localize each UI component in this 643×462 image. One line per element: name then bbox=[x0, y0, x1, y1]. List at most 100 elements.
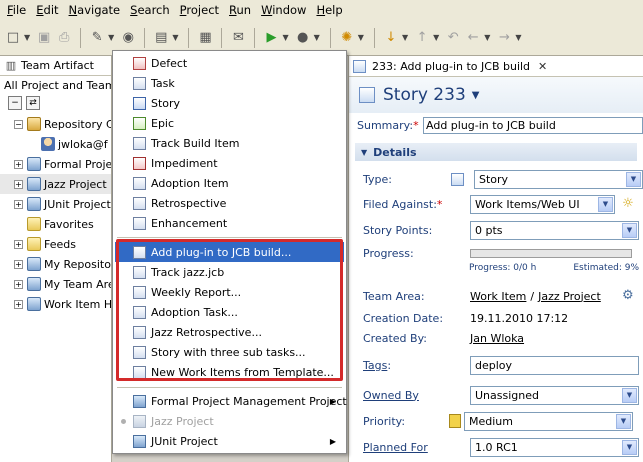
menu-edit[interactable]: Edit bbox=[31, 0, 63, 20]
menu-item-defect[interactable]: Defect bbox=[115, 53, 344, 73]
chevron-down-icon[interactable]: ▼ bbox=[358, 33, 364, 42]
menu-item-adoption-item[interactable]: Adoption Item bbox=[115, 173, 344, 193]
menu-navigate[interactable]: Navigate bbox=[64, 0, 126, 20]
chevron-down-icon[interactable]: ▼ bbox=[361, 148, 367, 157]
tree-item-formal-project[interactable]: + Formal Project bbox=[0, 154, 111, 174]
menu-item-enhancement[interactable]: Enhancement bbox=[115, 213, 344, 233]
expand-icon[interactable]: + bbox=[14, 179, 23, 189]
team-area-link[interactable]: Work Item bbox=[470, 290, 526, 303]
chevron-down-icon[interactable]: ▼ bbox=[24, 33, 30, 42]
chevron-down-icon[interactable]: ▼ bbox=[515, 33, 521, 42]
debug-icon[interactable]: ● bbox=[294, 29, 312, 47]
menu-item-track-build-item[interactable]: Track Build Item bbox=[115, 133, 344, 153]
chevron-down-icon[interactable]: ▼ bbox=[622, 439, 637, 455]
link-editor-icon[interactable]: ⇄ bbox=[26, 96, 40, 110]
tree-item-repository[interactable]: − Repository C bbox=[0, 114, 111, 134]
tree-item-feeds[interactable]: + Feeds bbox=[0, 234, 111, 254]
expand-icon[interactable]: + bbox=[14, 299, 23, 309]
tab-work-item-233[interactable]: 233: Add plug-in to JCB build ✕ bbox=[349, 56, 643, 77]
chevron-down-icon[interactable]: ▼ bbox=[616, 413, 631, 429]
menu-item-epic[interactable]: Epic bbox=[115, 113, 344, 133]
tab-team-artifacts[interactable]: ▥ Team Artifact bbox=[0, 56, 111, 76]
prev-annotation-icon[interactable]: ↑ bbox=[413, 29, 431, 47]
menu-item-template-story-subtasks[interactable]: Story with three sub tasks... bbox=[115, 342, 344, 362]
forward-icon[interactable]: → bbox=[495, 29, 513, 47]
build-icon[interactable]: ▦ bbox=[196, 29, 214, 47]
story-points-select[interactable]: 0 pts ▼ bbox=[470, 220, 639, 240]
menu-run[interactable]: Run bbox=[224, 0, 256, 20]
tree-item-favorites[interactable]: Favorites bbox=[0, 214, 111, 234]
chevron-down-icon[interactable]: ▼ bbox=[472, 90, 480, 101]
menu-item-new-from-template[interactable]: New Work Items from Template... bbox=[115, 362, 344, 382]
chevron-down-icon[interactable]: ▼ bbox=[626, 171, 641, 187]
expand-icon[interactable]: + bbox=[14, 239, 23, 249]
created-by-link[interactable]: Jan Wloka bbox=[470, 332, 524, 345]
view-icon[interactable]: ▤ bbox=[152, 29, 170, 47]
new-icon[interactable]: □ bbox=[4, 29, 22, 47]
expand-icon[interactable]: + bbox=[14, 199, 23, 209]
message-icon[interactable]: ✉ bbox=[229, 29, 247, 47]
save-icon[interactable]: ▣ bbox=[35, 29, 53, 47]
tree-item-my-repository[interactable]: + My Repositor bbox=[0, 254, 111, 274]
chevron-down-icon[interactable]: ▼ bbox=[622, 222, 637, 238]
menu-search[interactable]: Search bbox=[125, 0, 175, 20]
menu-item-formal-project[interactable]: Formal Project Management Project ▶ bbox=[115, 391, 347, 411]
chevron-down-icon[interactable]: ▼ bbox=[598, 196, 613, 212]
run-icon[interactable]: ▶ bbox=[262, 29, 280, 47]
menu-item-template-weekly-report[interactable]: Weekly Report... bbox=[115, 282, 344, 302]
menu-item-retrospective[interactable]: Retrospective bbox=[115, 193, 344, 213]
chevron-down-icon[interactable]: ▼ bbox=[172, 33, 178, 42]
project-area-link[interactable]: Jazz Project bbox=[538, 290, 601, 303]
tree-item-junit-project[interactable]: + JUnit Project bbox=[0, 194, 111, 214]
camera-icon[interactable]: ◉ bbox=[119, 29, 137, 47]
chevron-down-icon[interactable]: ▼ bbox=[622, 387, 637, 403]
menu-window[interactable]: Window bbox=[256, 0, 311, 20]
menu-item-impediment[interactable]: Impediment bbox=[115, 153, 344, 173]
next-annotation-icon[interactable]: ↓ bbox=[382, 29, 400, 47]
back-icon[interactable]: ← bbox=[464, 29, 482, 47]
type-select[interactable]: Story ▼ bbox=[474, 169, 643, 189]
chevron-down-icon[interactable]: ▼ bbox=[314, 33, 320, 42]
pin-icon[interactable]: ✺ bbox=[338, 29, 356, 47]
chevron-down-icon[interactable]: ▼ bbox=[282, 33, 288, 42]
tree-item-work-item-history[interactable]: + Work Item Hi bbox=[0, 294, 111, 314]
team-settings-icon[interactable]: ⚙ bbox=[619, 287, 637, 305]
menu-help[interactable]: Help bbox=[311, 0, 347, 20]
menu-item-task[interactable]: Task bbox=[115, 73, 344, 93]
lightbulb-icon[interactable]: ☼ bbox=[619, 195, 637, 213]
menu-item-story[interactable]: Story bbox=[115, 93, 344, 113]
tags-input[interactable]: deploy bbox=[470, 355, 639, 375]
menu-item-template-jazz-retrospective[interactable]: Jazz Retrospective... bbox=[115, 322, 344, 342]
collapse-all-icon[interactable]: − bbox=[8, 96, 22, 110]
collapse-icon[interactable]: − bbox=[14, 119, 23, 129]
menu-file[interactable]: File bbox=[2, 0, 31, 20]
menu-item-template-add-plugin[interactable]: Add plug-in to JCB build... bbox=[115, 242, 344, 262]
chevron-down-icon[interactable]: ▼ bbox=[108, 33, 114, 42]
expand-icon[interactable]: + bbox=[14, 279, 23, 289]
owned-by-select[interactable]: Unassigned ▼ bbox=[470, 385, 639, 405]
expand-icon[interactable]: + bbox=[14, 259, 23, 269]
planned-for-label[interactable]: Planned For bbox=[363, 441, 461, 454]
menu-project[interactable]: Project bbox=[175, 0, 224, 20]
new-work-item-icon[interactable]: ✎ bbox=[88, 29, 106, 47]
summary-input[interactable]: Add plug-in to JCB build bbox=[423, 116, 643, 134]
last-edit-icon[interactable]: ↶ bbox=[444, 29, 462, 47]
tree-item-jazz-project[interactable]: + Jazz Project [ bbox=[0, 174, 111, 194]
planned-for-select[interactable]: 1.0 RC1 ▼ bbox=[470, 437, 639, 457]
chevron-down-icon[interactable]: ▼ bbox=[402, 33, 408, 42]
tree-item-user[interactable]: jwloka@f bbox=[0, 134, 111, 154]
menu-item-template-adoption-task[interactable]: Adoption Task... bbox=[115, 302, 344, 322]
tree-item-my-team-areas[interactable]: + My Team Are bbox=[0, 274, 111, 294]
details-section-header[interactable]: ▼ Details bbox=[355, 143, 637, 161]
menu-item-template-track-jazz[interactable]: Track jazz.jcb bbox=[115, 262, 344, 282]
priority-select[interactable]: Medium ▼ bbox=[464, 411, 633, 431]
close-icon[interactable]: ✕ bbox=[538, 60, 547, 73]
owned-by-label[interactable]: Owned By bbox=[363, 389, 461, 402]
expand-icon[interactable]: + bbox=[14, 159, 23, 169]
filed-against-select[interactable]: Work Items/Web UI ▼ bbox=[470, 194, 615, 214]
chevron-down-icon[interactable]: ▼ bbox=[433, 33, 439, 42]
print-icon[interactable]: ⎙ bbox=[55, 29, 73, 47]
progress-label: Progress: bbox=[363, 246, 414, 260]
menu-item-junit-project[interactable]: JUnit Project ▶ bbox=[115, 431, 344, 451]
chevron-down-icon[interactable]: ▼ bbox=[484, 33, 490, 42]
